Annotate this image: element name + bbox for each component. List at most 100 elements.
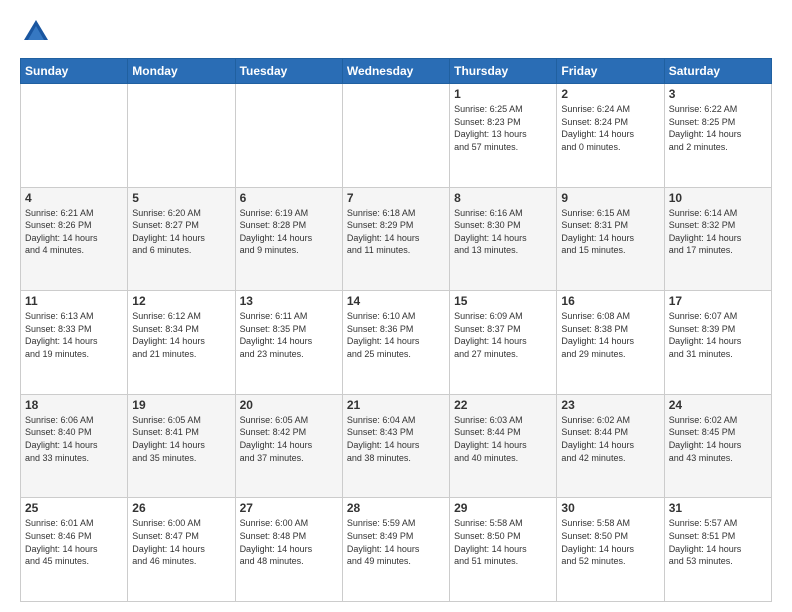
- day-number: 10: [669, 191, 767, 205]
- day-number: 8: [454, 191, 552, 205]
- day-number: 4: [25, 191, 123, 205]
- day-number: 13: [240, 294, 338, 308]
- day-info: Sunrise: 5:57 AM Sunset: 8:51 PM Dayligh…: [669, 517, 767, 567]
- day-number: 1: [454, 87, 552, 101]
- calendar-cell: 9 Sunrise: 6:15 AM Sunset: 8:31 PM Daylig…: [557, 187, 664, 291]
- day-number: 14: [347, 294, 445, 308]
- calendar-cell: 8Sunrise: 6:16 AM Sunset: 8:30 PM Daylig…: [450, 187, 557, 291]
- calendar-cell: 15 Sunrise: 6:09 AM Sunset: 8:37 PM Dayli…: [450, 291, 557, 395]
- day-info: Sunrise: 6:04 AM Sunset: 8:43 PM Dayligh…: [347, 414, 445, 464]
- calendar-cell: 5 Sunrise: 6:20 AM Sunset: 8:27 PM Daylig…: [128, 187, 235, 291]
- day-number: 19: [132, 398, 230, 412]
- calendar-cell: 14Sunrise: 6:10 AM Sunset: 8:36 PM Dayli…: [342, 291, 449, 395]
- calendar-cell: [128, 84, 235, 188]
- day-number: 30: [561, 501, 659, 515]
- calendar-cell: [342, 84, 449, 188]
- day-info: Sunrise: 6:25 AM Sunset: 8:23 PM Dayligh…: [454, 103, 552, 153]
- calendar-cell: 31 Sunrise: 5:57 AM Sunset: 8:51 PM Dayli…: [664, 498, 771, 602]
- calendar-cell: 19 Sunrise: 6:05 AM Sunset: 8:41 PM Dayli…: [128, 394, 235, 498]
- day-header-saturday: Saturday: [664, 59, 771, 84]
- calendar-week-4: 18 Sunrise: 6:06 AM Sunset: 8:40 PM Dayli…: [21, 394, 772, 498]
- calendar-table: SundayMondayTuesdayWednesdayThursdayFrid…: [20, 58, 772, 602]
- day-number: 28: [347, 501, 445, 515]
- day-number: 18: [25, 398, 123, 412]
- calendar-cell: 6Sunrise: 6:19 AM Sunset: 8:28 PM Daylig…: [235, 187, 342, 291]
- day-info: Sunrise: 6:24 AM Sunset: 8:24 PM Dayligh…: [561, 103, 659, 153]
- day-info: Sunrise: 6:13 AM Sunset: 8:33 PM Dayligh…: [25, 310, 123, 360]
- day-info: Sunrise: 5:58 AM Sunset: 8:50 PM Dayligh…: [561, 517, 659, 567]
- calendar-cell: 30 Sunrise: 5:58 AM Sunset: 8:50 PM Dayli…: [557, 498, 664, 602]
- day-header-tuesday: Tuesday: [235, 59, 342, 84]
- calendar-cell: 21 Sunrise: 6:04 AM Sunset: 8:43 PM Dayli…: [342, 394, 449, 498]
- calendar-cell: 17 Sunrise: 6:07 AM Sunset: 8:39 PM Dayli…: [664, 291, 771, 395]
- day-header-friday: Friday: [557, 59, 664, 84]
- day-info: Sunrise: 6:08 AM Sunset: 8:38 PM Dayligh…: [561, 310, 659, 360]
- calendar-cell: 25 Sunrise: 6:01 AM Sunset: 8:46 PM Dayli…: [21, 498, 128, 602]
- calendar-cell: 26 Sunrise: 6:00 AM Sunset: 8:47 PM Dayli…: [128, 498, 235, 602]
- day-number: 25: [25, 501, 123, 515]
- calendar-cell: 10 Sunrise: 6:14 AM Sunset: 8:32 PM Dayli…: [664, 187, 771, 291]
- day-info: Sunrise: 6:02 AM Sunset: 8:45 PM Dayligh…: [669, 414, 767, 464]
- calendar-cell: 28 Sunrise: 5:59 AM Sunset: 8:49 PM Dayli…: [342, 498, 449, 602]
- day-number: 11: [25, 294, 123, 308]
- day-number: 21: [347, 398, 445, 412]
- calendar-cell: 1 Sunrise: 6:25 AM Sunset: 8:23 PM Daylig…: [450, 84, 557, 188]
- day-number: 5: [132, 191, 230, 205]
- calendar-cell: 11 Sunrise: 6:13 AM Sunset: 8:33 PM Dayli…: [21, 291, 128, 395]
- page: SundayMondayTuesdayWednesdayThursdayFrid…: [0, 0, 792, 612]
- day-info: Sunrise: 6:11 AM Sunset: 8:35 PM Dayligh…: [240, 310, 338, 360]
- day-number: 12: [132, 294, 230, 308]
- day-number: 9: [561, 191, 659, 205]
- day-number: 17: [669, 294, 767, 308]
- day-info: Sunrise: 6:22 AM Sunset: 8:25 PM Dayligh…: [669, 103, 767, 153]
- day-info: Sunrise: 6:07 AM Sunset: 8:39 PM Dayligh…: [669, 310, 767, 360]
- calendar-week-3: 11 Sunrise: 6:13 AM Sunset: 8:33 PM Dayli…: [21, 291, 772, 395]
- calendar-cell: [21, 84, 128, 188]
- calendar-cell: 12 Sunrise: 6:12 AM Sunset: 8:34 PM Dayli…: [128, 291, 235, 395]
- day-info: Sunrise: 6:21 AM Sunset: 8:26 PM Dayligh…: [25, 207, 123, 257]
- day-info: Sunrise: 6:00 AM Sunset: 8:47 PM Dayligh…: [132, 517, 230, 567]
- day-info: Sunrise: 6:02 AM Sunset: 8:44 PM Dayligh…: [561, 414, 659, 464]
- header: [20, 16, 772, 48]
- day-number: 22: [454, 398, 552, 412]
- day-number: 3: [669, 87, 767, 101]
- calendar-week-2: 4 Sunrise: 6:21 AM Sunset: 8:26 PM Daylig…: [21, 187, 772, 291]
- calendar-cell: [235, 84, 342, 188]
- calendar-cell: 22 Sunrise: 6:03 AM Sunset: 8:44 PM Dayli…: [450, 394, 557, 498]
- day-number: 16: [561, 294, 659, 308]
- day-header-wednesday: Wednesday: [342, 59, 449, 84]
- day-number: 20: [240, 398, 338, 412]
- day-info: Sunrise: 6:12 AM Sunset: 8:34 PM Dayligh…: [132, 310, 230, 360]
- calendar-cell: 29 Sunrise: 5:58 AM Sunset: 8:50 PM Dayli…: [450, 498, 557, 602]
- day-number: 15: [454, 294, 552, 308]
- logo-icon: [20, 16, 52, 48]
- day-info: Sunrise: 6:09 AM Sunset: 8:37 PM Dayligh…: [454, 310, 552, 360]
- day-info: Sunrise: 6:20 AM Sunset: 8:27 PM Dayligh…: [132, 207, 230, 257]
- calendar-week-1: 1 Sunrise: 6:25 AM Sunset: 8:23 PM Daylig…: [21, 84, 772, 188]
- day-info: Sunrise: 5:59 AM Sunset: 8:49 PM Dayligh…: [347, 517, 445, 567]
- day-info: Sunrise: 6:03 AM Sunset: 8:44 PM Dayligh…: [454, 414, 552, 464]
- logo: [20, 16, 58, 48]
- day-number: 24: [669, 398, 767, 412]
- day-info: Sunrise: 5:58 AM Sunset: 8:50 PM Dayligh…: [454, 517, 552, 567]
- day-number: 23: [561, 398, 659, 412]
- calendar-cell: 13 Sunrise: 6:11 AM Sunset: 8:35 PM Dayli…: [235, 291, 342, 395]
- day-info: Sunrise: 6:06 AM Sunset: 8:40 PM Dayligh…: [25, 414, 123, 464]
- day-info: Sunrise: 6:14 AM Sunset: 8:32 PM Dayligh…: [669, 207, 767, 257]
- calendar-cell: 27Sunrise: 6:00 AM Sunset: 8:48 PM Dayli…: [235, 498, 342, 602]
- day-number: 7: [347, 191, 445, 205]
- day-number: 31: [669, 501, 767, 515]
- calendar-cell: 4 Sunrise: 6:21 AM Sunset: 8:26 PM Daylig…: [21, 187, 128, 291]
- calendar-cell: 18 Sunrise: 6:06 AM Sunset: 8:40 PM Dayli…: [21, 394, 128, 498]
- calendar-cell: 7Sunrise: 6:18 AM Sunset: 8:29 PM Daylig…: [342, 187, 449, 291]
- day-info: Sunrise: 6:05 AM Sunset: 8:41 PM Dayligh…: [132, 414, 230, 464]
- calendar-cell: 23 Sunrise: 6:02 AM Sunset: 8:44 PM Dayli…: [557, 394, 664, 498]
- calendar-cell: 16 Sunrise: 6:08 AM Sunset: 8:38 PM Dayli…: [557, 291, 664, 395]
- calendar-cell: 3 Sunrise: 6:22 AM Sunset: 8:25 PM Daylig…: [664, 84, 771, 188]
- day-info: Sunrise: 6:01 AM Sunset: 8:46 PM Dayligh…: [25, 517, 123, 567]
- day-number: 26: [132, 501, 230, 515]
- day-header-thursday: Thursday: [450, 59, 557, 84]
- day-info: Sunrise: 6:15 AM Sunset: 8:31 PM Dayligh…: [561, 207, 659, 257]
- calendar-header-row: SundayMondayTuesdayWednesdayThursdayFrid…: [21, 59, 772, 84]
- day-number: 29: [454, 501, 552, 515]
